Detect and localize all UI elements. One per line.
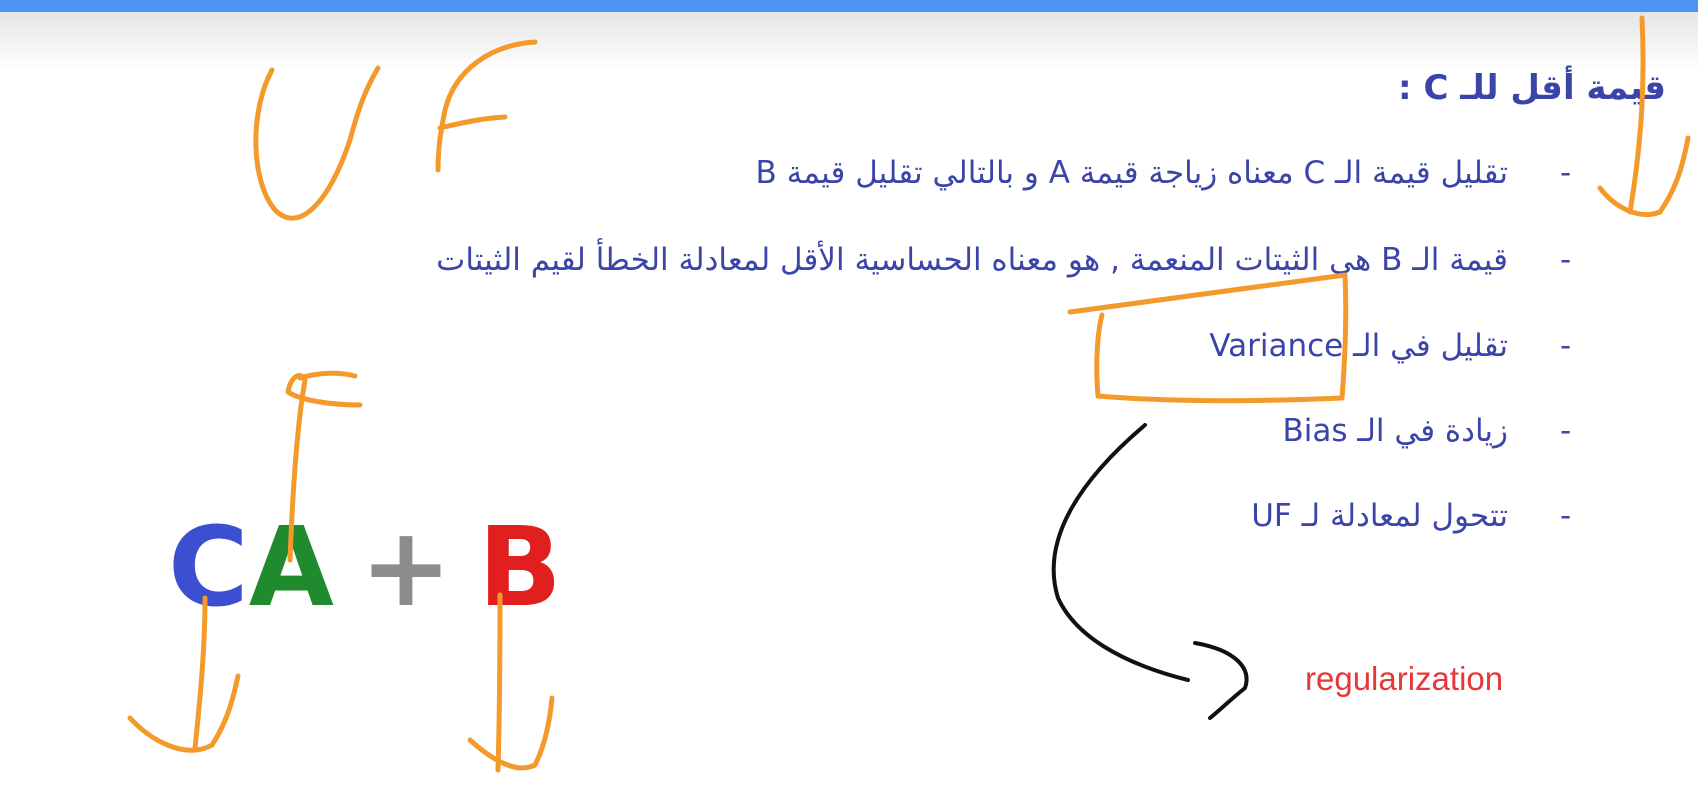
ink-arrow-head-right [1597,135,1691,217]
ink-arrow-head-b [467,695,555,771]
ink-f-bar [297,370,358,381]
ink-down-arrow-b [495,592,503,773]
ink-arrow-head-black [1193,641,1249,720]
ink-letter-f-stem [435,39,538,173]
ink-arrow-head-c [127,673,241,753]
handwritten-annotations [127,15,1691,773]
ink-box-variance [1067,272,1349,404]
ink-curved-arrow [1051,423,1190,682]
ink-down-arrow-c [192,595,208,751]
ink-down-arrow-right [1627,15,1646,215]
ink-letter-f-bar [437,114,508,131]
ink-letter-u [253,65,381,221]
ink-up-arrow-f [285,373,363,563]
